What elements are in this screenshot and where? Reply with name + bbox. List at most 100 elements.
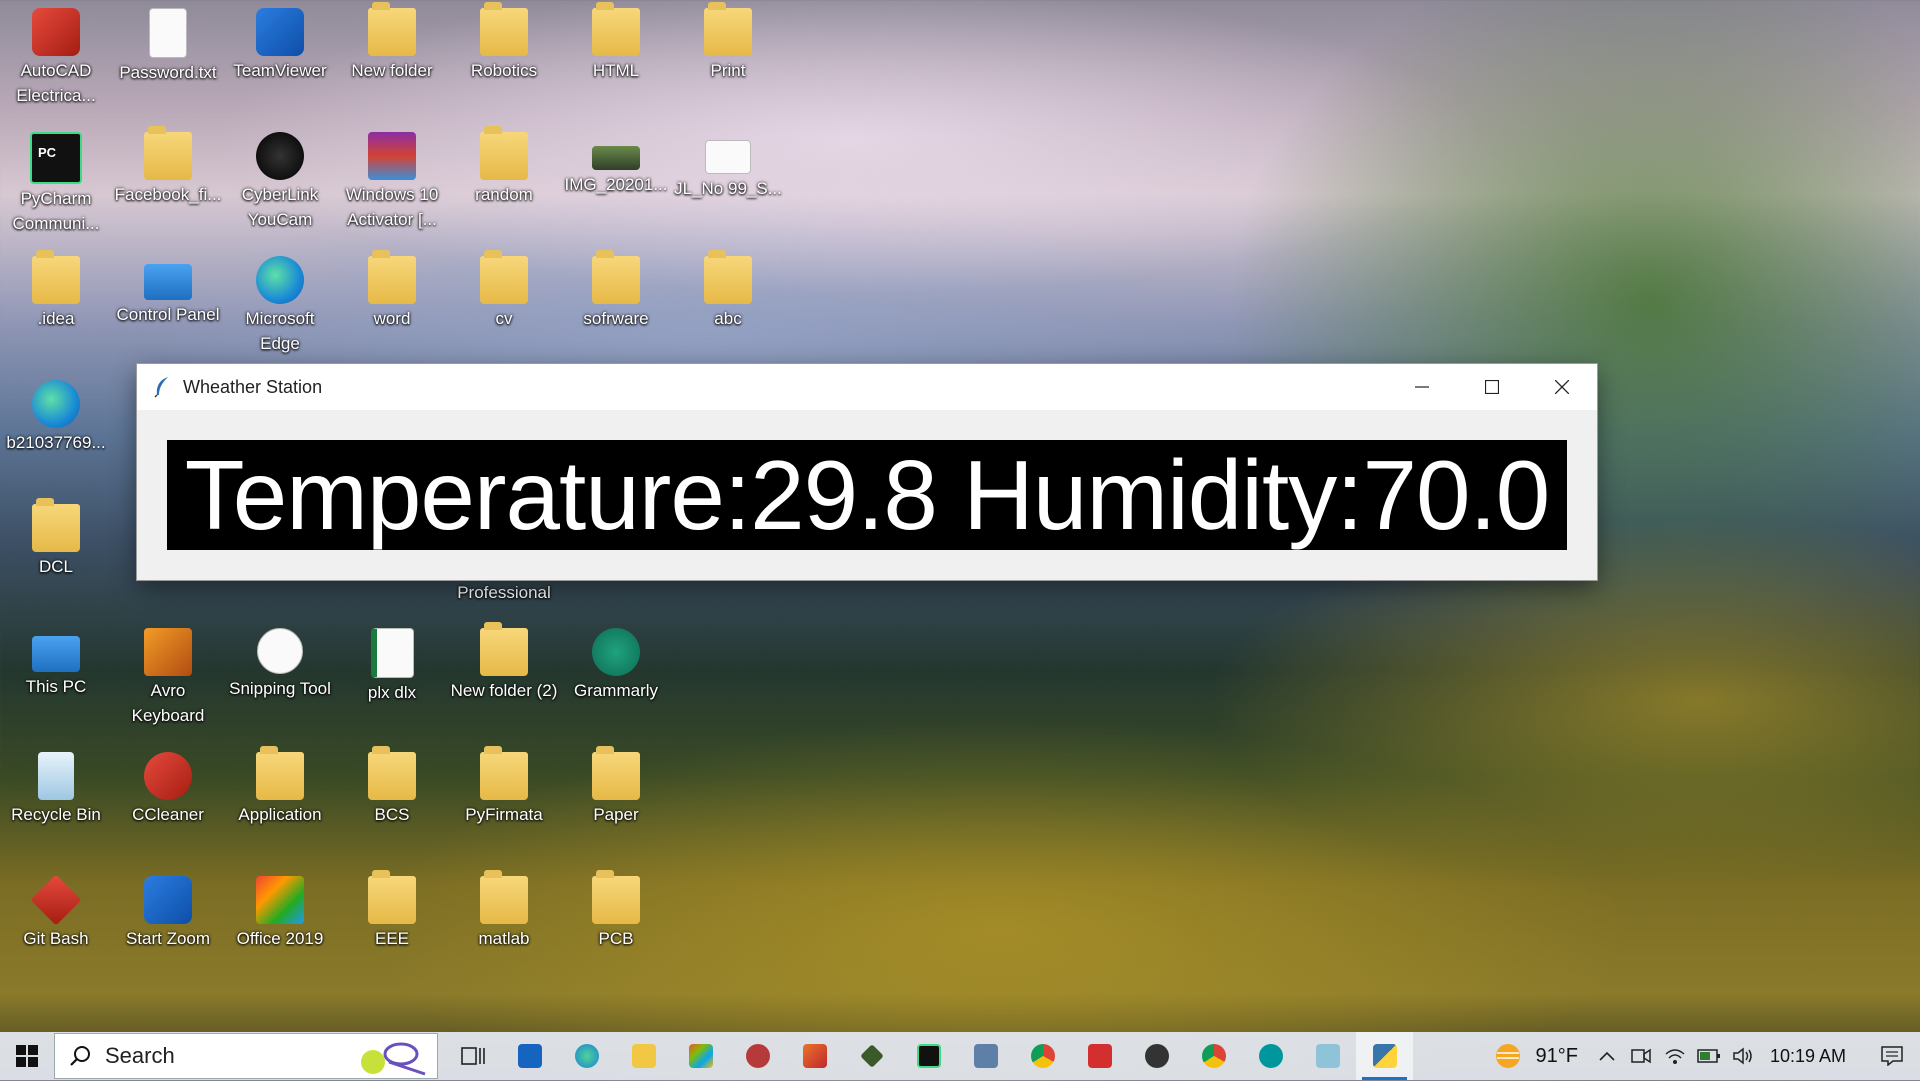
desktop-icon-matlab[interactable]: matlab bbox=[449, 868, 559, 951]
taskbar-app-1[interactable] bbox=[729, 1032, 786, 1080]
taskbar-file-explorer[interactable] bbox=[615, 1032, 672, 1080]
desktop-icon-autocad[interactable]: AutoCAD Electrica... bbox=[1, 0, 111, 108]
taskbar-app-2[interactable] bbox=[843, 1032, 900, 1080]
desktop-icon-label: Print bbox=[710, 61, 746, 80]
desktop-icon-html[interactable]: HTML bbox=[561, 0, 671, 83]
desktop-icon-youcam[interactable]: CyberLink YouCam bbox=[225, 124, 335, 232]
taskbar-store[interactable] bbox=[672, 1032, 729, 1080]
desktop-icon-random[interactable]: random bbox=[449, 124, 559, 207]
wifi-button[interactable] bbox=[1658, 1032, 1692, 1080]
app-icon bbox=[745, 1044, 770, 1068]
taskbar-arduino[interactable] bbox=[1242, 1032, 1299, 1080]
desktop-icon-img[interactable]: IMG_20201... bbox=[561, 124, 671, 197]
desktop-icon-control-panel[interactable]: Control Panel bbox=[113, 248, 223, 327]
show-hidden-icons-button[interactable] bbox=[1590, 1032, 1624, 1080]
desktop-icon-print[interactable]: Print bbox=[673, 0, 783, 83]
taskbar-chrome-2[interactable] bbox=[1185, 1032, 1242, 1080]
taskbar-python[interactable] bbox=[1356, 1032, 1413, 1080]
desktop-icon-eee[interactable]: EEE bbox=[337, 868, 447, 951]
grammarly-icon bbox=[592, 628, 640, 676]
notification-center-button[interactable] bbox=[1864, 1032, 1920, 1080]
taskbar-app-5[interactable] bbox=[1299, 1032, 1356, 1080]
pycharm-icon bbox=[916, 1044, 941, 1068]
desktop-icon-label: Password.txt bbox=[119, 63, 217, 82]
volume-button[interactable] bbox=[1726, 1032, 1760, 1080]
folder-icon bbox=[480, 746, 528, 800]
taskbar-app-4[interactable] bbox=[1071, 1032, 1128, 1080]
maximize-icon bbox=[1485, 380, 1499, 394]
desktop-icon-avro[interactable]: Avro Keyboard bbox=[113, 620, 223, 728]
meet-now-button[interactable] bbox=[1624, 1032, 1658, 1080]
desktop-icon-office-2019[interactable]: Office 2019 bbox=[225, 868, 335, 951]
desktop-icon-new-folder-2[interactable]: New folder (2) bbox=[449, 620, 559, 703]
desktop-icon-robotics[interactable]: Robotics bbox=[449, 0, 559, 83]
desktop-icon-bcs[interactable]: BCS bbox=[337, 744, 447, 827]
desktop-icon-sofrware[interactable]: sofrware bbox=[561, 248, 671, 331]
desktop-icon-password-txt[interactable]: Password.txt bbox=[113, 0, 223, 85]
search-input[interactable]: Search bbox=[54, 1033, 438, 1079]
edge-icon bbox=[256, 256, 304, 304]
battery-button[interactable] bbox=[1692, 1032, 1726, 1080]
desktop-icon-application[interactable]: Application bbox=[225, 744, 335, 827]
desktop-icon-label: BCS bbox=[374, 805, 410, 824]
desktop-icon-jl-no[interactable]: JL_No 99_S... bbox=[673, 124, 783, 201]
taskbar-mail[interactable] bbox=[501, 1032, 558, 1080]
task-view-button[interactable] bbox=[444, 1032, 501, 1080]
desktop-icon-label: PyFirmata bbox=[465, 805, 543, 824]
close-button[interactable] bbox=[1527, 364, 1597, 410]
folder-icon bbox=[480, 870, 528, 924]
text-file-icon bbox=[149, 8, 187, 58]
taskbar-app-3[interactable] bbox=[957, 1032, 1014, 1080]
desktop-icon-this-pc[interactable]: This PC bbox=[1, 620, 111, 699]
matlab-icon bbox=[802, 1044, 827, 1068]
desktop-icon-plx-dlx[interactable]: plx dlx bbox=[337, 620, 447, 705]
desktop-icon-label: Application bbox=[238, 805, 322, 824]
taskbar-matlab[interactable] bbox=[786, 1032, 843, 1080]
desktop-icon-facebook[interactable]: Facebook_fi... bbox=[113, 124, 223, 207]
desktop-icon-git-bash[interactable]: Git Bash bbox=[1, 868, 111, 951]
desktop-icon-edge[interactable]: Microsoft Edge bbox=[225, 248, 335, 356]
weather-station-window: Wheather Station Temperature:29.8 Humidi… bbox=[137, 364, 1597, 580]
desktop-icon-pycharm[interactable]: PyCharm Communi... bbox=[1, 124, 111, 236]
taskbar-settings[interactable] bbox=[1128, 1032, 1185, 1080]
desktop-icon-snipping-tool[interactable]: Snipping Tool bbox=[225, 620, 335, 701]
notification-icon bbox=[1881, 1046, 1903, 1066]
desktop-icon-pcb[interactable]: PCB bbox=[561, 868, 671, 951]
desktop-icon-cv[interactable]: cv bbox=[449, 248, 559, 331]
taskbar-pycharm[interactable] bbox=[900, 1032, 957, 1080]
desktop-icon-dcl[interactable]: DCL bbox=[1, 496, 111, 579]
clock[interactable]: 10:19 AM bbox=[1770, 1046, 1846, 1067]
desktop-icon-label: CyberLink YouCam bbox=[241, 185, 319, 229]
folder-icon bbox=[592, 870, 640, 924]
desktop-icon-idea[interactable]: .idea bbox=[1, 248, 111, 331]
desktop-icon-professional[interactable]: Professional bbox=[449, 580, 559, 605]
taskbar-chrome[interactable] bbox=[1014, 1032, 1071, 1080]
sunny-weather-icon bbox=[1496, 1044, 1521, 1068]
desktop-icon-ccleaner[interactable]: CCleaner bbox=[113, 744, 223, 827]
taskbar-edge[interactable] bbox=[558, 1032, 615, 1080]
window-title: Wheather Station bbox=[183, 376, 323, 397]
desktop-icon-new-folder[interactable]: New folder bbox=[337, 0, 447, 83]
desktop-icon-label: Control Panel bbox=[116, 305, 220, 324]
office-icon bbox=[256, 876, 304, 924]
desktop-icon-teamviewer[interactable]: TeamViewer bbox=[225, 0, 335, 83]
minimize-icon bbox=[1415, 386, 1429, 388]
desktop-icon-activator[interactable]: Windows 10 Activator [... bbox=[337, 124, 447, 232]
desktop-icon-recycle-bin[interactable]: Recycle Bin bbox=[1, 744, 111, 827]
window-titlebar[interactable]: Wheather Station bbox=[137, 364, 1597, 410]
desktop-icon-label: plx dlx bbox=[367, 683, 417, 702]
close-icon bbox=[1555, 380, 1569, 394]
desktop-icon-pyfirmata[interactable]: PyFirmata bbox=[449, 744, 559, 827]
app-icon bbox=[859, 1044, 884, 1068]
desktop-icon-start-zoom[interactable]: Start Zoom bbox=[113, 868, 223, 951]
weather-widget[interactable]: 91°F bbox=[1489, 1041, 1578, 1071]
desktop-icon-abc[interactable]: abc bbox=[673, 248, 783, 331]
excel-file-icon bbox=[370, 628, 414, 678]
desktop-icon-paper[interactable]: Paper bbox=[561, 744, 671, 827]
maximize-button[interactable] bbox=[1457, 364, 1527, 410]
desktop-icon-grammarly[interactable]: Grammarly bbox=[561, 620, 671, 703]
desktop-icon-b21037769[interactable]: b21037769... bbox=[1, 372, 111, 455]
start-button[interactable] bbox=[0, 1032, 54, 1080]
minimize-button[interactable] bbox=[1387, 364, 1457, 410]
desktop-icon-word[interactable]: word bbox=[337, 248, 447, 331]
